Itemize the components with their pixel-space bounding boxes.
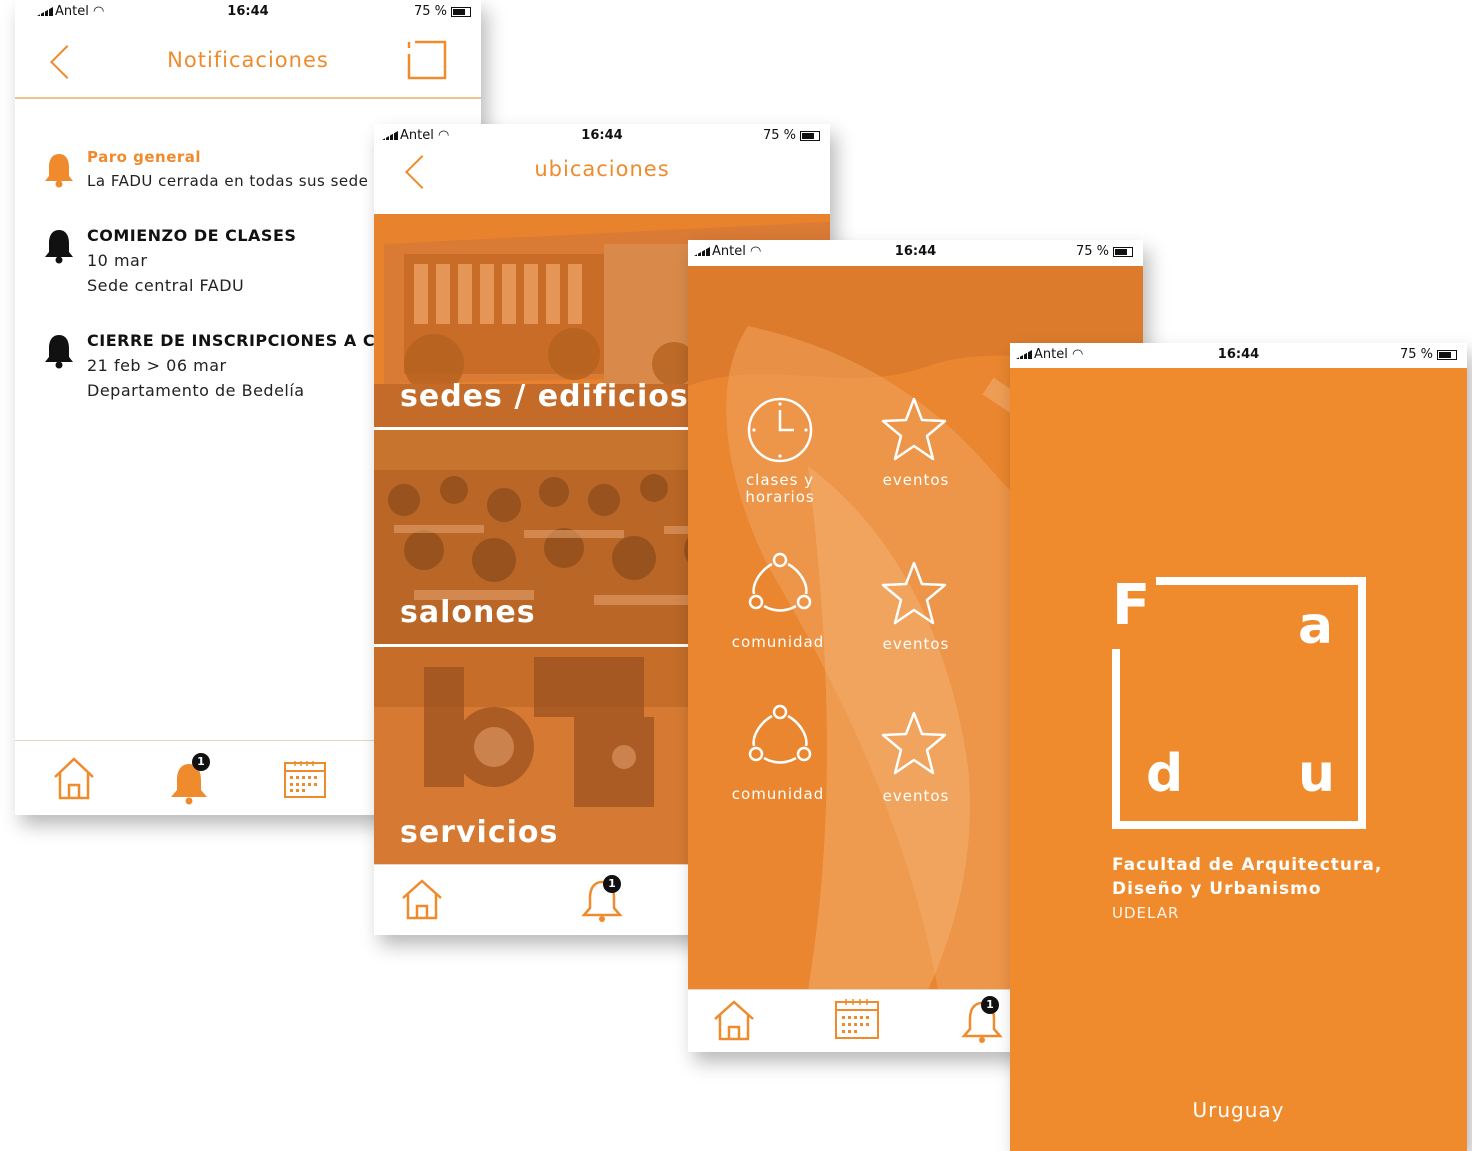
menu-item-eventos[interactable]: eventos (856, 472, 976, 489)
notification-item[interactable]: COMIENZO DE CLASES 10 mar Sede central F… (87, 226, 296, 295)
calendar-icon[interactable] (283, 757, 327, 801)
logo-letter-f: F (1112, 573, 1151, 638)
status-bar: Antel ◠ 16:44 75 % (688, 240, 1143, 266)
splash-screen: Antel ◠ 16:44 75 % F a d u Facultad de A… (1010, 343, 1467, 1151)
notification-title: Paro general (87, 148, 202, 166)
battery: 75 % (1400, 347, 1457, 362)
battery-label: 75 % (1399, 347, 1433, 362)
menu-item-eventos[interactable]: eventos (856, 636, 976, 653)
status-bar: Antel ◠ 16:44 75 % (15, 0, 481, 22)
notification-badge: 1 (192, 753, 210, 771)
bell-icon (45, 230, 73, 264)
country-label: Uruguay (1192, 1098, 1285, 1122)
page-title: ubicaciones (534, 157, 670, 181)
clock: 16:44 (581, 128, 623, 143)
calendar-icon[interactable] (834, 996, 880, 1042)
clock: 16:44 (894, 244, 937, 259)
battery-icon (1437, 349, 1457, 360)
fadu-logo: F a d u (1112, 573, 1366, 829)
status-bar: Antel ◠ 16:44 75 % (1010, 343, 1467, 368)
menu-item-comunidad[interactable]: comunidad (718, 786, 838, 803)
battery-icon (1113, 246, 1133, 257)
header-divider (15, 97, 481, 99)
menu-item-clases[interactable]: clases y horarios (720, 472, 840, 506)
notification-badge: 1 (603, 875, 621, 893)
clock-icon[interactable] (746, 396, 814, 464)
menu-item-comunidad[interactable]: comunidad (718, 634, 838, 651)
logo-letter-u: u (1298, 744, 1336, 804)
battery: 75 % (414, 4, 471, 19)
notification-title: COMIENZO DE CLASES (87, 226, 297, 245)
tile-label: servicios (400, 815, 559, 850)
notification-line: Departamento de Bedelía (87, 381, 305, 400)
community-icon[interactable] (746, 550, 814, 616)
notification-line: 21 feb > 06 mar (87, 356, 227, 375)
notification-line: Sede central FADU (87, 276, 245, 295)
tile-label: salones (400, 595, 536, 630)
star-icon[interactable] (880, 396, 948, 462)
battery-label: 75 % (1075, 244, 1109, 259)
logo-letter-a: a (1298, 596, 1334, 656)
battery: 75 % (1076, 244, 1133, 259)
home-icon[interactable] (51, 755, 97, 801)
bell-icon (45, 335, 73, 369)
battery-icon (800, 130, 820, 141)
home-icon[interactable] (712, 998, 756, 1042)
status-bar: Antel ◠ 16:44 75 % (374, 124, 830, 146)
institution-name-line2: Diseño y Urbanismo (1112, 879, 1322, 899)
star-icon[interactable] (880, 560, 948, 626)
expand-icon[interactable] (407, 40, 447, 80)
notification-title: CIERRE DE INSCRIPCIONES A CUR (87, 331, 402, 350)
notification-line: 10 mar (87, 251, 148, 270)
institution-name-line1: Facultad de Arquitectura, (1112, 855, 1383, 875)
star-icon[interactable] (880, 710, 948, 776)
notification-badge: 1 (981, 996, 999, 1014)
tile-label: sedes / edificios (400, 379, 689, 414)
bell-icon (45, 154, 73, 188)
battery-label: 75 % (413, 4, 447, 19)
home-icon[interactable] (400, 877, 444, 921)
logo-letter-d: d (1146, 744, 1184, 804)
notification-item[interactable]: Paro general La FADU cerrada en todas su… (87, 148, 368, 190)
notification-line: La FADU cerrada en todas sus sede (87, 172, 369, 190)
community-icon[interactable] (746, 702, 814, 768)
university-label: UDELAR (1112, 904, 1180, 922)
clock: 16:44 (1217, 347, 1260, 362)
battery-label: 75 % (762, 128, 796, 143)
notification-item[interactable]: CIERRE DE INSCRIPCIONES A CUR 21 feb > 0… (87, 331, 401, 400)
battery-icon (451, 6, 471, 17)
battery: 75 % (763, 128, 820, 143)
menu-item-eventos[interactable]: eventos (856, 788, 976, 805)
clock: 16:44 (227, 4, 269, 19)
